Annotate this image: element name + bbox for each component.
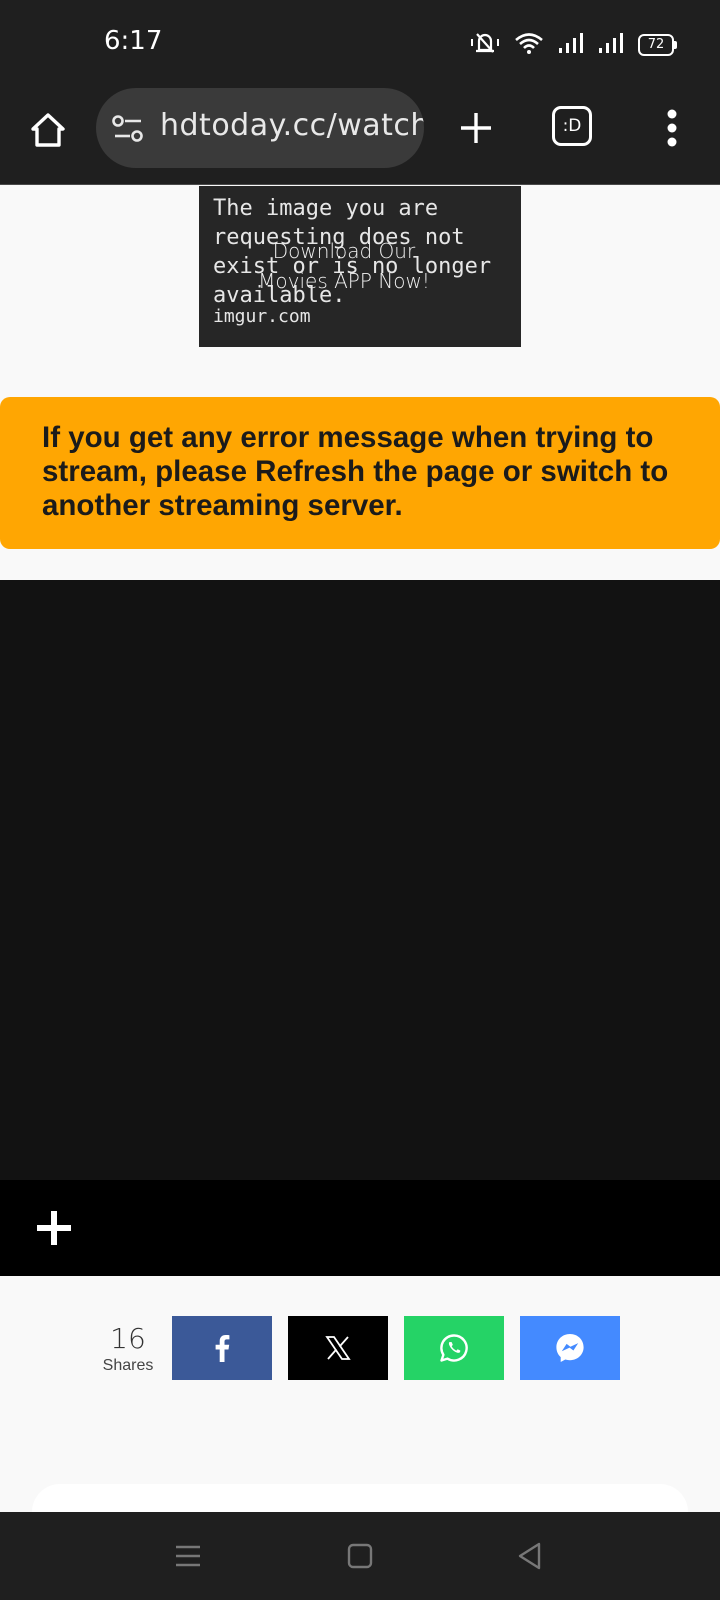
more-menu-button[interactable] (650, 104, 694, 152)
square-icon (347, 1543, 373, 1569)
messenger-icon (556, 1334, 584, 1362)
back-triangle-icon (518, 1542, 541, 1570)
home-icon (31, 113, 65, 147)
share-count: 16 Shares (96, 1322, 160, 1375)
browser-toolbar: hdtoday.cc/watch :D (0, 84, 720, 185)
home-button[interactable] (24, 106, 72, 154)
recent-apps-button[interactable] (164, 1532, 212, 1580)
broken-image-source: imgur.com (213, 306, 311, 327)
tab-switcher-button[interactable]: :D (552, 106, 592, 146)
whatsapp-icon (440, 1334, 468, 1362)
site-settings-icon[interactable] (112, 114, 144, 144)
add-button[interactable] (34, 1208, 74, 1248)
player-control-bar (0, 1180, 720, 1276)
system-nav-bar (0, 1512, 720, 1600)
banner-alt-text: Download Our Movies APP Now! (258, 239, 430, 293)
plus-icon (37, 1211, 71, 1245)
status-time: 6:17 (104, 26, 163, 56)
kebab-menu-icon (667, 109, 677, 147)
home-nav-button[interactable] (336, 1532, 384, 1580)
video-player[interactable] (0, 580, 720, 1180)
app-download-banner[interactable]: The image you are requesting does not ex… (199, 186, 521, 347)
signal-icon-sim1 (558, 32, 584, 59)
stream-error-notice: If you get any error message when trying… (0, 397, 720, 549)
x-share-button[interactable] (288, 1316, 388, 1380)
menu-icon (176, 1545, 200, 1567)
whatsapp-share-button[interactable] (404, 1316, 504, 1380)
back-nav-button[interactable] (506, 1532, 554, 1580)
status-bar: 6:17 72 (0, 0, 720, 84)
messenger-share-button[interactable] (520, 1316, 620, 1380)
notice-text: If you get any error message when trying… (42, 421, 669, 522)
share-count-number: 16 (110, 1322, 146, 1355)
x-icon (325, 1336, 351, 1360)
status-icons: 72 (470, 30, 677, 61)
url-text[interactable]: hdtoday.cc/watch (160, 108, 424, 143)
plus-icon (461, 113, 491, 143)
wifi-icon (514, 31, 544, 60)
vibrate-mute-icon (470, 30, 500, 61)
share-count-label: Shares (102, 1357, 154, 1374)
facebook-share-button[interactable] (172, 1316, 272, 1380)
address-bar[interactable]: hdtoday.cc/watch (96, 88, 424, 168)
battery-icon: 72 (638, 34, 677, 56)
signal-icon-sim2 (598, 32, 624, 59)
new-tab-button[interactable] (452, 104, 500, 152)
facebook-icon (215, 1335, 230, 1362)
